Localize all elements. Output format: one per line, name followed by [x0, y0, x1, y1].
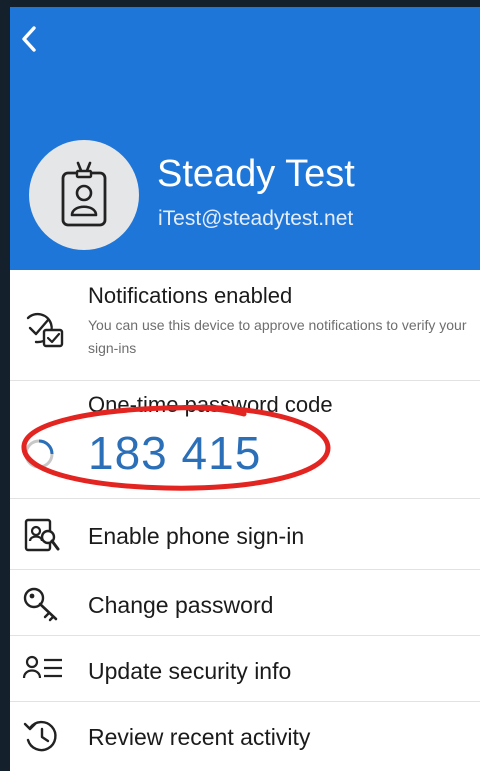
id-badge-icon [61, 161, 107, 227]
notifications-row[interactable]: Notifications enabled You can use this d… [10, 270, 480, 381]
notifications-description: You can use this device to approve notif… [88, 317, 467, 356]
review-recent-activity-label: Review recent activity [88, 724, 311, 750]
change-password-item[interactable]: Change password [10, 570, 480, 636]
phone-signin-icon [22, 517, 62, 558]
enable-phone-signin-item[interactable]: Enable phone sign-in [10, 499, 480, 570]
enable-phone-signin-label: Enable phone sign-in [88, 523, 305, 549]
otp-row[interactable]: One-time password code 183 415 [10, 381, 480, 499]
chevron-left-icon [22, 26, 36, 52]
security-info-icon [22, 654, 66, 689]
account-email: iTest@steadytest.net [158, 207, 354, 230]
notifications-title: Notifications enabled [88, 283, 293, 308]
otp-title: One-time password code [88, 392, 333, 417]
account-display-name: Steady Test [157, 153, 355, 195]
key-icon [22, 586, 62, 627]
account-header: Steady Test iTest@steadytest.net [10, 7, 480, 270]
change-password-label: Change password [88, 592, 274, 618]
review-recent-activity-item[interactable]: Review recent activity [10, 702, 480, 771]
checkbox-notification-icon [22, 308, 68, 355]
avatar [29, 140, 139, 250]
history-icon [22, 718, 62, 761]
update-security-info-item[interactable]: Update security info [10, 636, 480, 702]
otp-code[interactable]: 183 415 [88, 427, 261, 479]
back-button[interactable] [16, 21, 46, 57]
refresh-timer-icon [22, 437, 56, 476]
authenticator-account-screen: Steady Test iTest@steadytest.net Notific… [10, 7, 480, 771]
update-security-info-label: Update security info [88, 658, 292, 684]
